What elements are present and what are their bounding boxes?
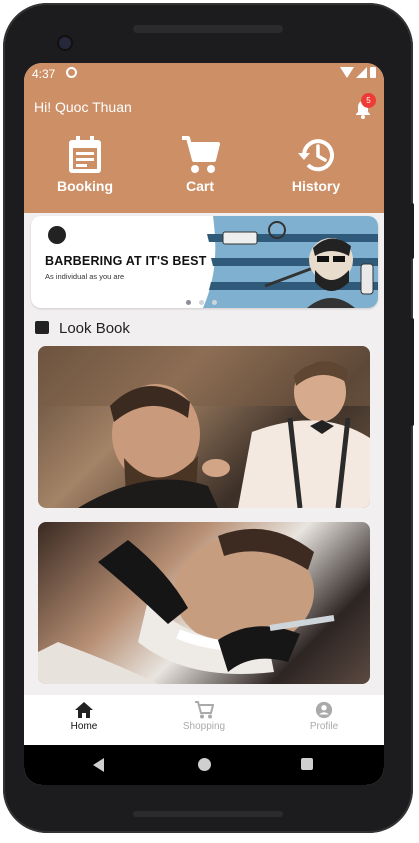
barber-photo-image bbox=[38, 346, 370, 508]
history-icon bbox=[298, 139, 334, 172]
signal-icon bbox=[356, 67, 367, 78]
carousel-dot[interactable] bbox=[186, 300, 191, 305]
wifi-icon bbox=[340, 67, 354, 78]
nav-profile[interactable]: Profile bbox=[274, 701, 374, 732]
header: 4:37 Hi! Quoc Thuan 5 Booking Cart Histo… bbox=[24, 63, 384, 213]
nav-label: Home bbox=[70, 721, 98, 732]
barber-tools-illustration-icon bbox=[203, 216, 378, 308]
menu-label: Cart bbox=[185, 178, 214, 194]
menu-label: History bbox=[291, 178, 341, 194]
lookbook-title: Look Book bbox=[59, 320, 130, 337]
carousel-dot[interactable] bbox=[199, 300, 204, 305]
back-icon[interactable] bbox=[93, 758, 104, 772]
app-screen: 4:37 Hi! Quoc Thuan 5 Booking Cart Histo… bbox=[24, 63, 384, 785]
banner-subtitle: As individual as you are bbox=[45, 272, 125, 281]
calendar-icon bbox=[69, 136, 101, 173]
home-icon bbox=[75, 702, 93, 718]
system-navigation-bar bbox=[24, 745, 384, 785]
recent-apps-icon[interactable] bbox=[301, 758, 313, 770]
top-speaker bbox=[133, 25, 283, 33]
home-circle-icon[interactable] bbox=[198, 758, 211, 771]
nav-home[interactable]: Home bbox=[34, 701, 134, 732]
battery-icon bbox=[370, 67, 376, 78]
nav-label: Shopping bbox=[182, 721, 226, 732]
nav-shopping[interactable]: Shopping bbox=[154, 701, 254, 732]
cart-icon bbox=[182, 136, 220, 173]
sync-icon bbox=[66, 67, 77, 78]
status-time: 4:37 bbox=[32, 67, 56, 81]
bottom-navigation: Home Shopping Profile bbox=[24, 695, 384, 745]
bottom-speaker bbox=[133, 811, 283, 817]
power-button bbox=[410, 203, 414, 259]
carousel-dot[interactable] bbox=[212, 300, 217, 305]
menu-cart[interactable]: Cart bbox=[150, 136, 250, 194]
menu-booking[interactable]: Booking bbox=[35, 136, 135, 194]
notification-badge: 5 bbox=[361, 93, 376, 108]
banner-title: BARBERING AT IT'S BEST bbox=[45, 254, 207, 268]
menu-history[interactable]: History bbox=[266, 136, 366, 194]
cart-icon bbox=[195, 701, 214, 719]
shaving-photo-image bbox=[38, 528, 335, 684]
barber-logo-icon bbox=[48, 226, 66, 244]
lookbook-photo-card[interactable] bbox=[38, 346, 370, 508]
menu-label: Booking bbox=[57, 178, 113, 194]
status-bar: 4:37 bbox=[24, 63, 384, 85]
greeting-text: Hi! Quoc Thuan bbox=[34, 99, 132, 115]
promo-banner[interactable]: BARBERING AT IT'S BEST As individual as … bbox=[31, 216, 378, 308]
account-icon bbox=[315, 701, 333, 719]
lookbook-heading: Look Book bbox=[35, 320, 130, 337]
front-camera bbox=[59, 37, 71, 49]
volume-button bbox=[410, 318, 414, 426]
image-icon bbox=[35, 321, 49, 334]
carousel-indicator bbox=[186, 292, 225, 308]
nav-label: Profile bbox=[309, 721, 339, 732]
lookbook-photo-card[interactable] bbox=[38, 522, 370, 684]
